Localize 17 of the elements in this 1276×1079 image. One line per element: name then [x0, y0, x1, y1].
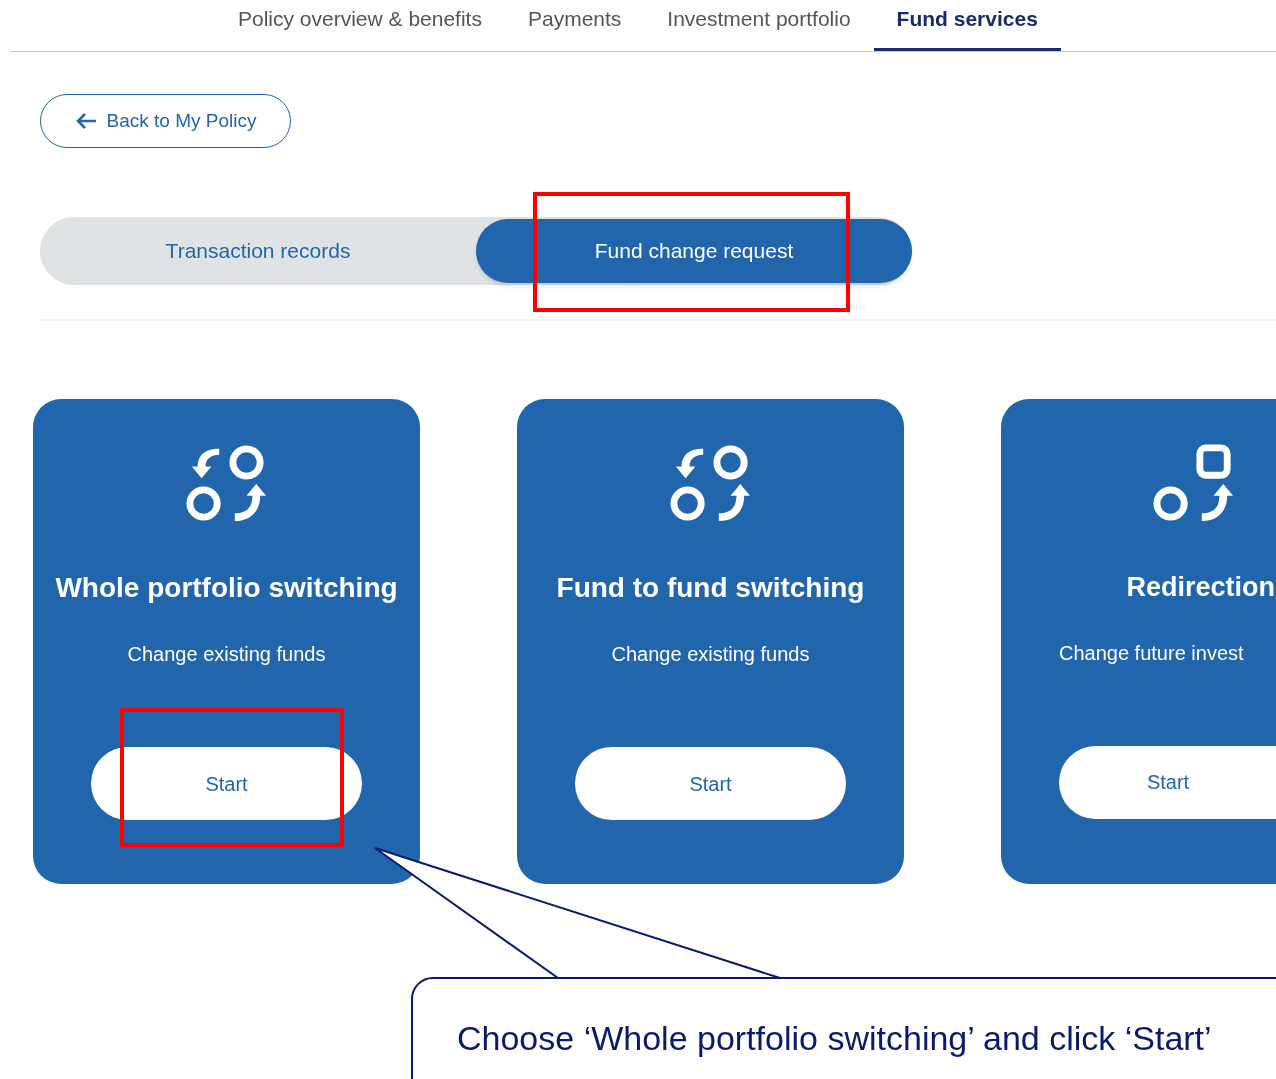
- card-subtitle: Change existing funds: [611, 642, 810, 667]
- start-button[interactable]: Start: [575, 747, 846, 820]
- card-subtitle: Change existing funds: [127, 642, 326, 667]
- nav-tab[interactable]: Policy overview & benefits: [215, 0, 505, 51]
- back-arrow-icon: [74, 112, 97, 130]
- callout-text: Choose ‘Whole portfolio switching’ and click ‘Start’: [457, 1018, 1213, 1059]
- start-button[interactable]: Start: [1059, 745, 1276, 819]
- card-title: Fund to fund switching: [556, 571, 865, 605]
- start-button[interactable]: Start: [91, 747, 362, 820]
- nav-tab[interactable]: Investment portfolio: [644, 0, 874, 51]
- card-title: Whole portfolio switching: [55, 571, 398, 605]
- segment-tab[interactable]: Fund change request: [476, 219, 912, 283]
- segment-tab[interactable]: Transaction records: [40, 219, 476, 283]
- card-subtitle: Change future invest: [1059, 640, 1244, 666]
- nav-tab[interactable]: Payments: [504, 0, 645, 51]
- nav-tab[interactable]: Fund services: [873, 0, 1061, 51]
- card-title: Redirection: [1126, 571, 1276, 604]
